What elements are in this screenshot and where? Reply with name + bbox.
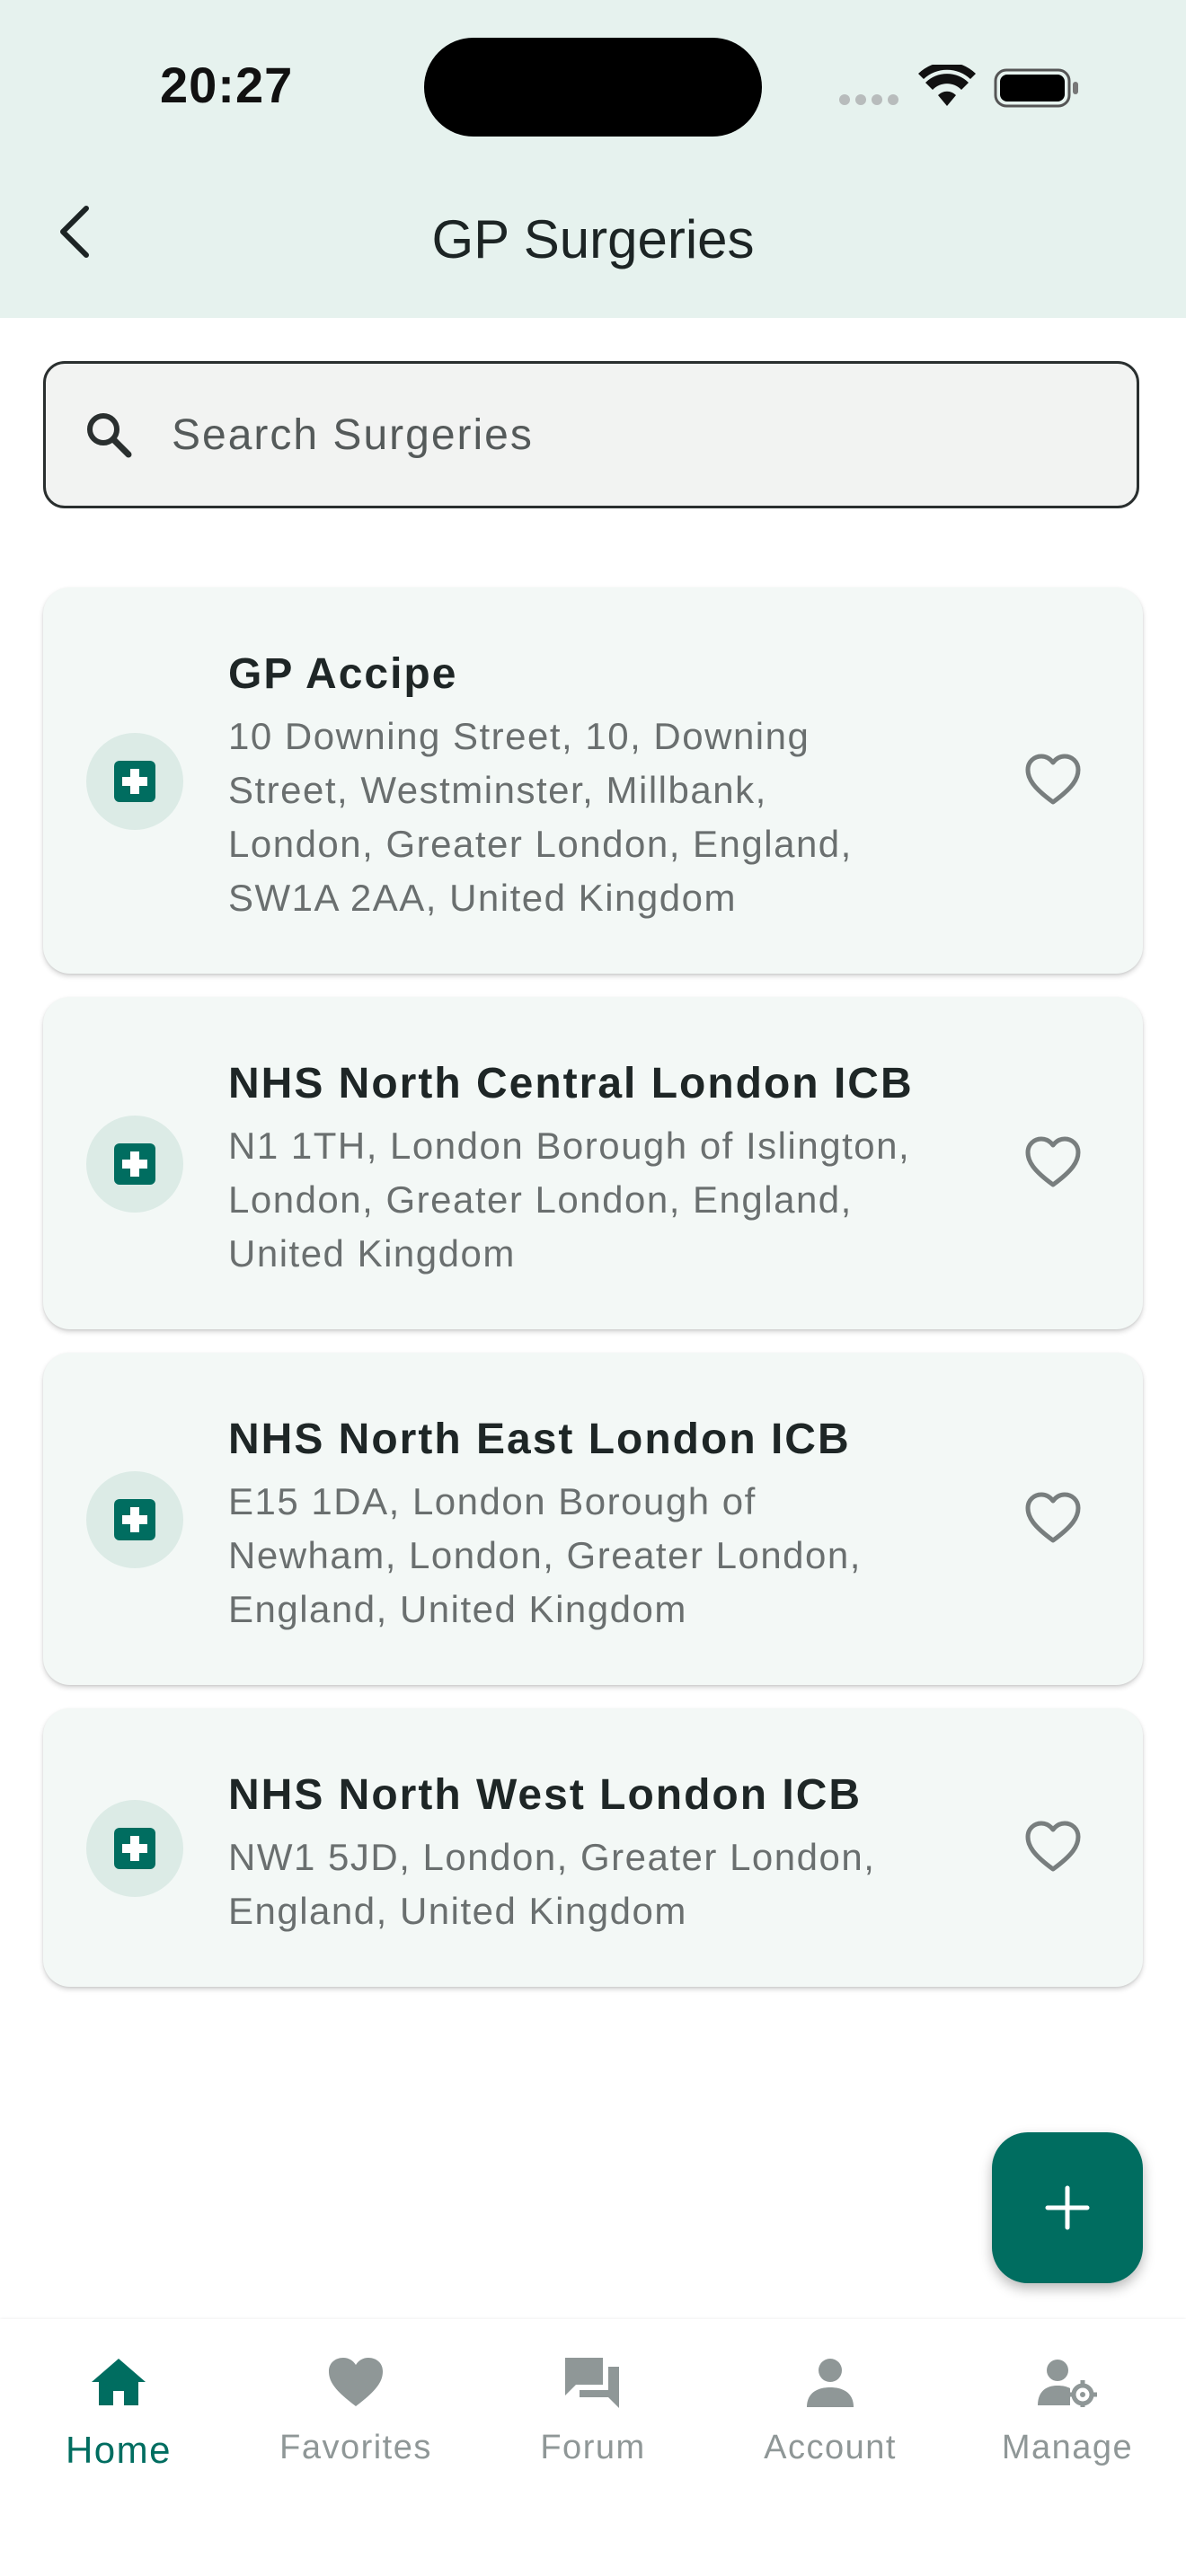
nav-account[interactable]: Account: [712, 2346, 949, 2499]
surgery-name: NHS North West London ICB: [228, 1771, 863, 1819]
nav-label: Home: [65, 2429, 173, 2471]
surgery-address: E15 1DA, London Borough of Newham, Londo…: [228, 1480, 862, 1630]
nav-label: Account: [764, 2429, 897, 2466]
favorite-button[interactable]: [1017, 1482, 1089, 1554]
surgery-address: NW1 5JD, London, Greater London, England…: [228, 1836, 876, 1932]
surgery-card-north-west[interactable]: NHS North West London ICB NW1 5JD, Londo…: [43, 1708, 1143, 1987]
plus-icon: [1045, 2185, 1090, 2230]
medical-cross-icon: [86, 1116, 183, 1213]
bottom-navigation: Home Favorites Forum Account Manage: [0, 2319, 1186, 2576]
surgery-name: NHS North Central London ICB: [228, 1060, 914, 1107]
heart-outline-icon: [1025, 754, 1081, 805]
medical-cross-icon: [86, 733, 183, 830]
favorite-button[interactable]: [1017, 744, 1089, 816]
nav-label: Forum: [540, 2429, 646, 2466]
surgery-address: 10 Downing Street, 10, Downing Street, W…: [228, 715, 853, 919]
medical-cross-icon: [86, 1800, 183, 1897]
favorite-button[interactable]: [1017, 1126, 1089, 1198]
account-icon: [807, 2359, 854, 2407]
cellular-signal-icon: [839, 93, 904, 110]
heart-outline-icon: [1025, 1821, 1081, 1872]
surgery-card-north-central[interactable]: NHS North Central London ICB N1 1TH, Lon…: [43, 997, 1143, 1329]
status-time: 20:27: [160, 57, 294, 113]
surgery-card-gp-accipe[interactable]: GP Accipe 10 Downing Street, 10, Downing…: [43, 587, 1143, 974]
favorite-button[interactable]: [1017, 1811, 1089, 1883]
surgery-card-north-east[interactable]: NHS North East London ICB E15 1DA, Londo…: [43, 1353, 1143, 1685]
surgery-name: GP Accipe: [228, 650, 458, 698]
search-icon: [84, 410, 134, 460]
add-surgery-button[interactable]: [992, 2132, 1143, 2283]
surgery-address: N1 1TH, London Borough of Islington, Lon…: [228, 1125, 911, 1275]
nav-home[interactable]: Home: [0, 2346, 237, 2499]
heart-icon: [329, 2358, 383, 2406]
medical-cross-icon: [86, 1471, 183, 1568]
heart-outline-icon: [1025, 1136, 1081, 1187]
page-title: GP Surgeries: [431, 209, 755, 269]
wifi-icon: [918, 65, 976, 106]
surgery-name: NHS North East London ICB: [228, 1416, 851, 1463]
battery-icon: [994, 68, 1078, 108]
nav-label: Favorites: [279, 2429, 432, 2466]
nav-favorites[interactable]: Favorites: [237, 2346, 474, 2499]
nav-forum[interactable]: Forum: [474, 2346, 712, 2499]
search-input[interactable]: [170, 409, 982, 461]
forum-icon: [565, 2358, 619, 2408]
search-bar[interactable]: [43, 361, 1139, 508]
heart-outline-icon: [1025, 1492, 1081, 1543]
nav-label: Manage: [1001, 2429, 1134, 2466]
home-icon: [92, 2359, 146, 2405]
app-header: 20:27 GP Surgeries: [0, 0, 1186, 318]
manage-icon: [1038, 2360, 1097, 2407]
dynamic-island: [424, 38, 762, 137]
nav-manage[interactable]: Manage: [949, 2346, 1186, 2499]
